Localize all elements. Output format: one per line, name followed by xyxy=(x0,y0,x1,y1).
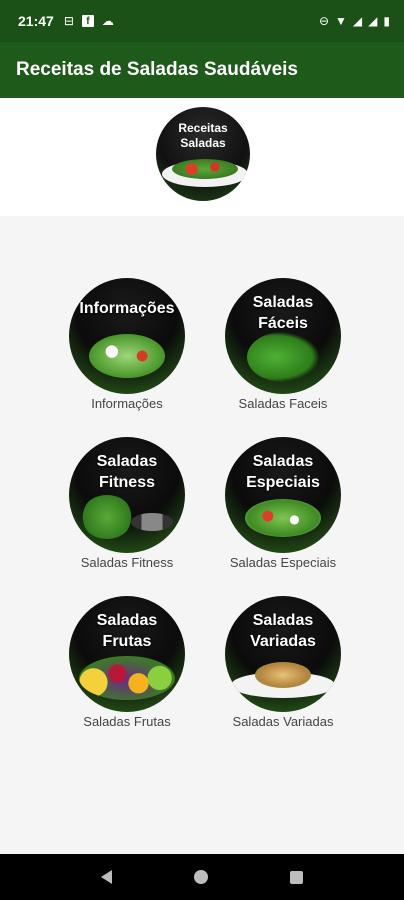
logo-text-line2: Saladas xyxy=(180,136,226,150)
menu-item-saladas-faceis[interactable]: Saladas Fáceis Saladas Faceis xyxy=(203,278,363,428)
status-system-icons: ⊖ ▼ ◢ ◢ ▮ xyxy=(319,14,390,28)
menu-image-text: Saladas Fáceis xyxy=(225,292,341,334)
dumbbell-image xyxy=(131,513,173,531)
status-time: 21:47 xyxy=(18,13,54,29)
menu-image-text-line1: Saladas xyxy=(252,453,314,470)
signal-icon: ◢ xyxy=(368,14,378,28)
menu-image-text-line1: Saladas xyxy=(252,612,314,629)
menu-item-saladas-variadas[interactable]: Saladas Variadas Saladas Variadas xyxy=(203,596,363,746)
menu-image-text-line2: Frutas xyxy=(102,633,152,650)
menu-image-text-line1: Saladas xyxy=(96,453,158,470)
menu-label: Saladas Fitness xyxy=(80,555,174,570)
app-logo: Receitas Saladas xyxy=(154,105,252,203)
recents-icon[interactable] xyxy=(290,870,303,884)
back-icon[interactable] xyxy=(101,870,112,884)
facebook-icon: f xyxy=(81,15,94,27)
dnd-icon: ⊖ xyxy=(318,14,330,28)
menu-image: Saladas Fáceis xyxy=(225,278,341,394)
menu-item-saladas-frutas[interactable]: Saladas Frutas Saladas Frutas xyxy=(47,596,207,746)
menu-label: Saladas Variadas xyxy=(232,714,334,729)
menu-image-text: Saladas Fitness xyxy=(69,451,185,493)
wifi-icon: ▼ xyxy=(335,14,347,28)
menu-image: Saladas Especiais xyxy=(225,437,341,553)
menu-label: Saladas Especiais xyxy=(229,555,337,570)
menu-image-text: Saladas Especiais xyxy=(225,451,341,493)
fruits-image xyxy=(79,656,175,700)
menu-image-text-line1: Informações xyxy=(79,300,175,317)
dish-image xyxy=(255,662,311,688)
app-bar: Receitas de Saladas Saudáveis xyxy=(0,42,404,98)
menu-image: Saladas Fitness xyxy=(69,437,185,553)
menu-image-text-line2: Fitness xyxy=(98,474,155,491)
menu-label: Saladas Frutas xyxy=(83,714,171,729)
menu-image-text-line2: Especiais xyxy=(246,474,320,491)
broccoli-image xyxy=(81,495,133,539)
leaves-image xyxy=(247,332,319,382)
home-icon[interactable] xyxy=(194,870,208,884)
sim-icon: ⊟ xyxy=(63,14,74,28)
app-title: Receitas de Saladas Saudáveis xyxy=(16,59,298,80)
glass-bowl-image xyxy=(245,499,321,537)
menu-item-saladas-especiais[interactable]: Saladas Especiais Saladas Especiais xyxy=(203,437,363,587)
salad-image xyxy=(172,159,238,179)
menu-image-text-line1: Saladas xyxy=(252,294,314,311)
menu-image: Saladas Frutas xyxy=(69,596,185,712)
menu-label: Saladas Faceis xyxy=(238,396,328,411)
menu-image: Informações xyxy=(69,278,185,394)
status-bar: 21:47 ⊟ f ☁ ⊖ ▼ ◢ ◢ ▮ xyxy=(0,0,404,42)
menu-label: Informações xyxy=(91,396,163,411)
menu-item-informacoes[interactable]: Informações Informações xyxy=(47,278,207,428)
logo-text-line1: Receitas xyxy=(178,121,228,135)
menu-image-text: Saladas Variadas xyxy=(225,610,341,652)
menu-item-saladas-fitness[interactable]: Saladas Fitness Saladas Fitness xyxy=(47,437,207,587)
system-nav-bar xyxy=(0,854,404,900)
signal-icon: ◢ xyxy=(352,14,363,28)
cloud-icon: ☁ xyxy=(101,14,114,28)
menu-image-text: Saladas Frutas xyxy=(69,610,185,652)
menu-image-text-line2: Fáceis xyxy=(258,315,308,332)
salad-bowl-image xyxy=(89,334,165,378)
menu-image: Saladas Variadas xyxy=(225,596,341,712)
logo-text: Receitas Saladas xyxy=(156,121,250,151)
menu-image-text-line2: Variadas xyxy=(250,633,316,650)
menu-image-text: Informações xyxy=(69,298,185,319)
battery-icon: ▮ xyxy=(383,14,390,28)
status-notification-icons: ⊟ f ☁ xyxy=(64,14,114,28)
menu-image-text-line1: Saladas xyxy=(96,612,158,629)
